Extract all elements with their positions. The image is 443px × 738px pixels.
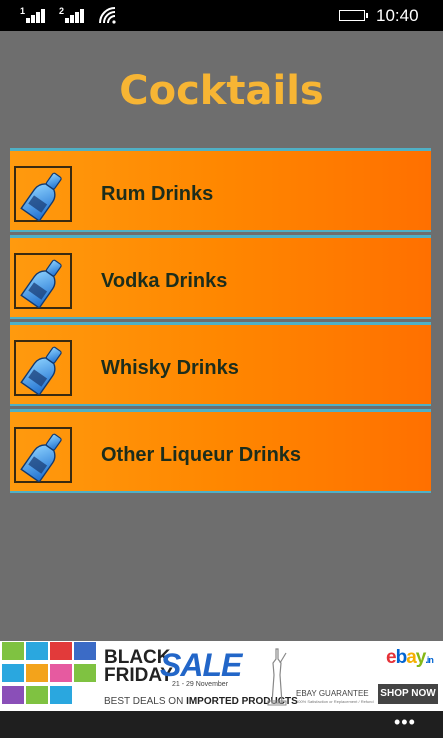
signal-icon: 2 bbox=[59, 7, 85, 23]
ad-sale: SALE bbox=[160, 647, 242, 683]
menu-item-label: Vodka Drinks bbox=[101, 270, 228, 292]
menu-item-rum-drinks[interactable]: Rum Drinks bbox=[10, 148, 431, 232]
signal-icon: 1 bbox=[20, 7, 46, 23]
clock: 10:40 bbox=[376, 6, 419, 25]
sim1-label: 1 bbox=[20, 6, 26, 16]
menu-item-whisky-drinks[interactable]: Whisky Drinks bbox=[10, 322, 431, 406]
wifi-icon bbox=[99, 7, 116, 24]
ad-dates: 21 - 29 November bbox=[172, 681, 229, 688]
battery-icon bbox=[339, 10, 368, 21]
bottle-icon bbox=[14, 340, 72, 396]
more-options-button[interactable]: ••• bbox=[394, 712, 416, 733]
bottle-icon bbox=[14, 253, 72, 309]
menu-item-label: Rum Drinks bbox=[101, 183, 214, 205]
ad-guarantee-sub: 100% Satisfaction or Replacement / Refun… bbox=[296, 699, 374, 704]
app-bar: ••• bbox=[0, 711, 443, 738]
menu-item-label: Other Liqueur Drinks bbox=[101, 444, 302, 466]
ebay-logo: ebay.in bbox=[386, 647, 434, 668]
sim2-label: 2 bbox=[59, 6, 65, 16]
ad-banner[interactable]: BLACK FRIDAY SALE 21 - 29 November BEST … bbox=[0, 641, 443, 711]
ad-deals-prefix: BEST DEALS ON bbox=[104, 696, 187, 707]
menu-item-vodka-drinks[interactable]: Vodka Drinks bbox=[10, 235, 431, 319]
bottle-icon bbox=[14, 166, 72, 222]
ad-guarantee: EBAY GUARANTEE bbox=[296, 689, 369, 698]
menu-item-label: Whisky Drinks bbox=[101, 357, 239, 379]
shop-now-button[interactable]: SHOP NOW bbox=[378, 684, 438, 704]
ad-tile-graphic bbox=[0, 641, 96, 711]
statue-icon bbox=[267, 648, 287, 706]
page-title: Cocktails bbox=[119, 68, 324, 114]
bottle-icon bbox=[14, 427, 72, 483]
ebay-logo-suffix: .in bbox=[425, 655, 433, 665]
menu-item-other-liqueur-drinks[interactable]: Other Liqueur Drinks bbox=[10, 409, 431, 493]
status-bar: 1 2 10:40 bbox=[0, 0, 443, 31]
category-menu: Rum Drinks Vodka Drinks Whisky Drinks Ot… bbox=[10, 148, 431, 496]
